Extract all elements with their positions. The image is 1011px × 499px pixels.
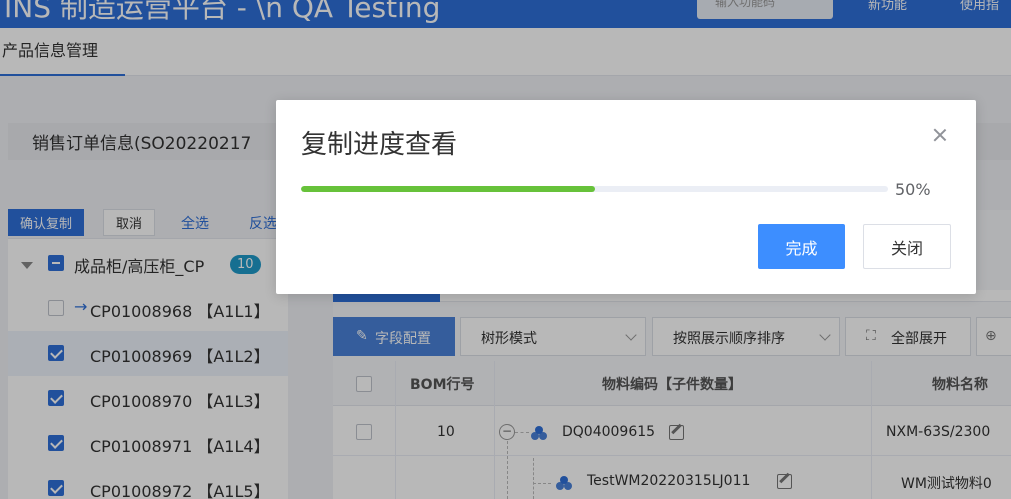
dialog-title: 复制进度查看 — [301, 130, 458, 160]
progress-fill — [301, 186, 595, 192]
progress-percent: 50% — [895, 180, 931, 199]
close-icon[interactable] — [931, 126, 949, 144]
progress-bar — [301, 186, 888, 192]
copy-progress-dialog: 复制进度查看 50% 完成 关闭 — [276, 100, 976, 294]
done-button[interactable]: 完成 — [758, 224, 845, 269]
close-button[interactable]: 关闭 — [863, 224, 951, 269]
